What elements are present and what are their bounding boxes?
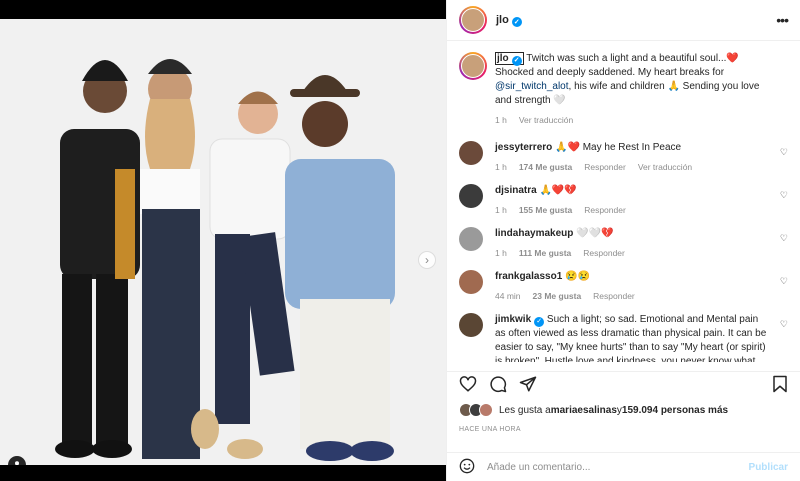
comment-item: jessyterrero 🙏❤️ May he Rest In Peace 1 h… [459, 141, 788, 174]
caption-text: Twitch was such a light and a beautiful … [526, 53, 727, 64]
reply-link[interactable]: Responder [593, 289, 635, 303]
commenter-avatar[interactable] [459, 227, 483, 251]
commenter-username[interactable]: jessyterrero [495, 142, 552, 153]
author-username[interactable]: jlo ✓ [496, 14, 522, 27]
commenter-avatar[interactable] [459, 184, 483, 208]
comment-composer: Publicar [447, 452, 800, 481]
commenter-avatar[interactable] [459, 141, 483, 165]
comment-meta: 1 h 155 Me gusta Responder [495, 203, 771, 217]
caption-mention[interactable]: @sir_twitch_alot [495, 81, 569, 92]
comment-item: lindahaymakeup 🤍🤍💔 1 h 111 Me gusta Respond… [459, 227, 788, 260]
comment-text: 😢😢 [565, 271, 590, 282]
commenter-avatar[interactable] [459, 270, 483, 294]
next-photo-button[interactable]: › [418, 251, 436, 269]
comments-list: jlo ✓ Twitch was such a light and a beaut… [447, 42, 800, 362]
translate-link[interactable]: Ver traducción [638, 160, 692, 174]
liker-username[interactable]: mariaesalinas [551, 405, 617, 416]
comment-meta: 44 min 23 Me gusta Responder [495, 289, 771, 303]
comment-like-icon[interactable]: ♡ [780, 276, 788, 287]
comment-time[interactable]: 1 h [495, 203, 507, 217]
comment-text: 🙏❤️ May he Rest In Peace [555, 142, 682, 153]
verified-icon: ✓ [534, 317, 545, 327]
commenter-avatar[interactable] [459, 313, 483, 337]
comment-likes[interactable]: 155 Me gusta [519, 203, 572, 217]
author-avatar[interactable] [459, 6, 487, 34]
comment-time[interactable]: 44 min [495, 289, 521, 303]
comment-meta: 1 h 174 Me gusta Responder Ver traducción [495, 160, 771, 174]
liker-avatars[interactable] [459, 403, 493, 417]
person-2 [140, 59, 200, 459]
caption: jlo ✓ Twitch was such a light and a beaut… [459, 52, 788, 127]
post-time[interactable]: HACE UNA HORA [459, 426, 521, 433]
caption-text-2: Shocked and deeply saddened. My heart br… [495, 67, 725, 78]
commenter-username[interactable]: frankgalasso1 [495, 271, 562, 282]
reply-link[interactable]: Responder [584, 203, 626, 217]
caption-avatar[interactable] [459, 52, 487, 80]
comment-text: 🙏❤️💔 [539, 185, 577, 196]
commenter-username[interactable]: djsinatra [495, 185, 537, 196]
comment-meta: 1 h 111 Me gusta Responder [495, 246, 771, 260]
comment-like-icon[interactable]: ♡ [780, 190, 788, 201]
comment-like-icon[interactable]: ♡ [780, 319, 788, 330]
heart-icon[interactable] [459, 375, 477, 396]
photo-illustration [0, 19, 446, 465]
emoji-icon[interactable] [459, 458, 475, 477]
comment-icon[interactable] [489, 375, 507, 396]
caption-username[interactable]: jlo ✓ [495, 52, 524, 66]
comment-text: 🤍🤍💔 [576, 228, 614, 239]
likes-count[interactable]: 159.094 personas más [622, 405, 728, 416]
comment-time[interactable]: 1 h [495, 160, 507, 174]
commenter-username[interactable]: jimkwik [495, 314, 531, 325]
comment-likes[interactable]: 23 Me gusta [533, 289, 582, 303]
comment-item: djsinatra 🙏❤️💔 1 h 155 Me gusta Responder ♡ [459, 184, 788, 217]
reply-link[interactable]: Responder [583, 246, 625, 260]
media-panel: › [0, 0, 446, 481]
comment-input[interactable] [487, 461, 737, 473]
likes-prefix: Les gusta a [499, 404, 551, 416]
post-photo[interactable]: › [0, 19, 446, 465]
commenter-username[interactable]: lindahaymakeup [495, 228, 573, 239]
comment-item: jimkwik ✓ Such a light; so sad. Emotional… [459, 313, 788, 362]
comment-likes[interactable]: 111 Me gusta [519, 246, 571, 260]
action-bar [447, 371, 800, 397]
comment-time[interactable]: 1 h [495, 246, 507, 260]
caption-time[interactable]: 1 h [495, 113, 507, 127]
comment-item: frankgalasso1 😢😢 44 min 23 Me gusta Respond… [459, 270, 788, 303]
share-icon[interactable] [519, 375, 537, 396]
caption-heart: ❤️ [726, 53, 739, 64]
post-header: jlo ✓ ••• [447, 0, 800, 41]
bookmark-icon[interactable] [772, 375, 788, 396]
comment-likes[interactable]: 174 Me gusta [519, 160, 572, 174]
likes-summary: Les gusta a mariaesalinas y 159.094 pers… [459, 403, 728, 417]
post-details-panel: jlo ✓ ••• jlo ✓ Twitch was such a light an… [446, 0, 800, 481]
verified-icon: ✓ [511, 16, 522, 27]
reply-link[interactable]: Responder [584, 160, 626, 174]
translate-link[interactable]: Ver traducción [519, 113, 573, 127]
more-icon[interactable]: ••• [776, 12, 789, 28]
caption-meta: 1 h Ver traducción [495, 113, 771, 127]
comment-like-icon[interactable]: ♡ [780, 147, 788, 158]
verified-icon: ✓ [511, 56, 522, 66]
publish-button[interactable]: Publicar [749, 462, 788, 473]
comment-like-icon[interactable]: ♡ [780, 233, 788, 244]
